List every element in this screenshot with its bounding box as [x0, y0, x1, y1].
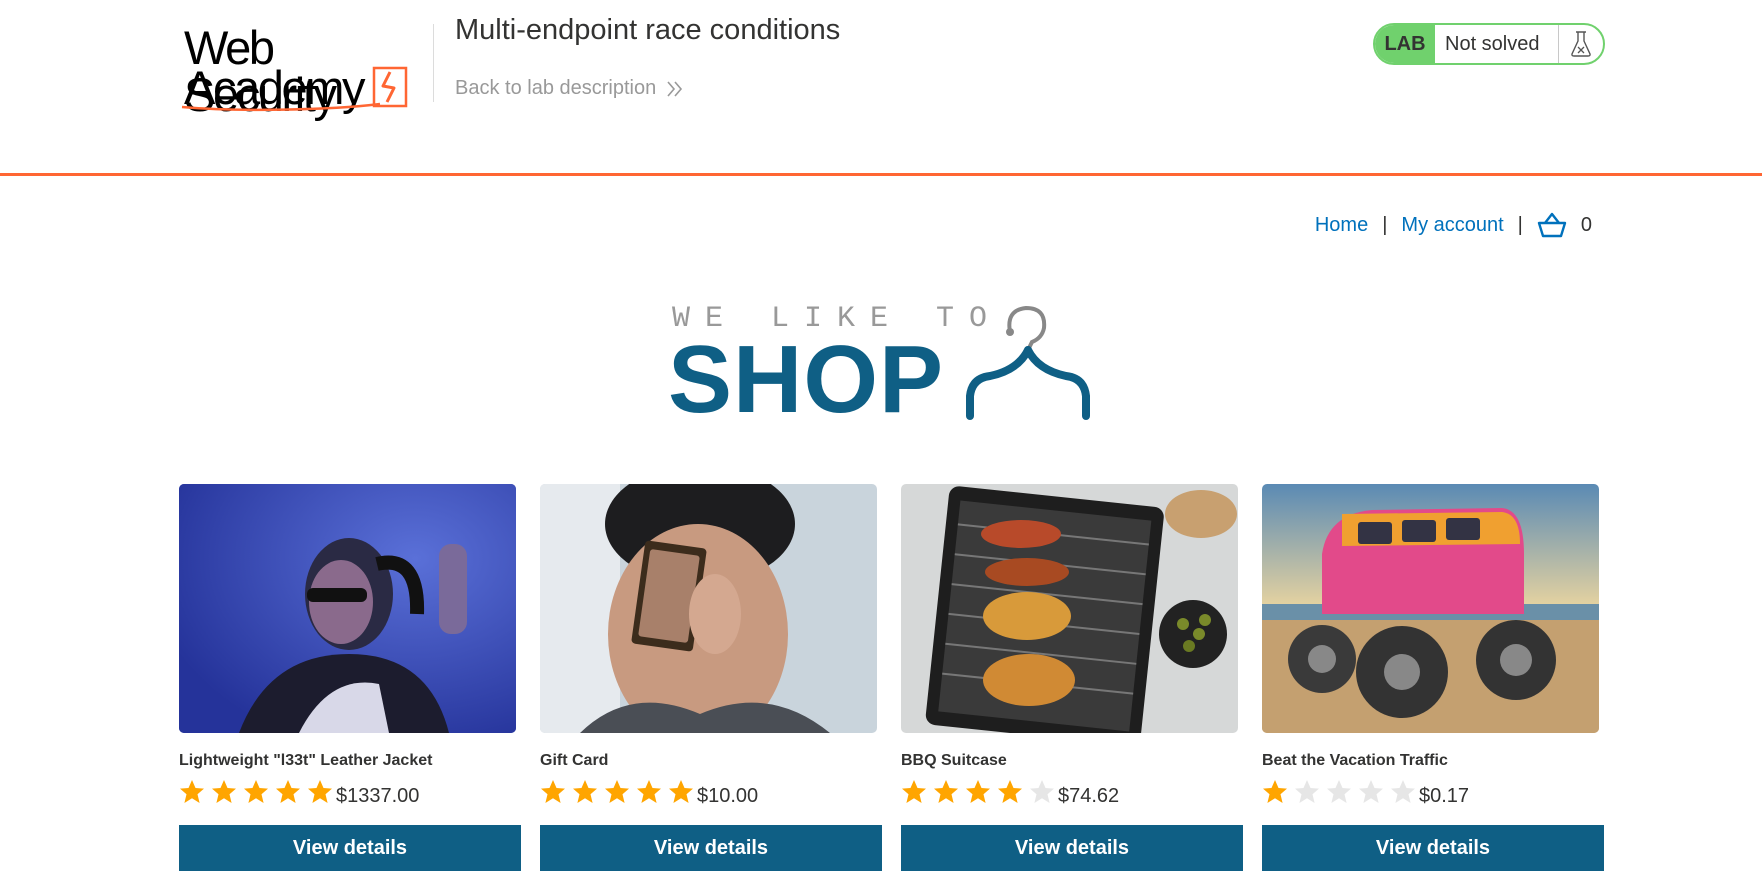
star-filled-icon [902, 780, 926, 803]
my-account-link[interactable]: My account [1401, 214, 1503, 237]
star-empty-icon [1359, 780, 1383, 803]
star-filled-icon [637, 780, 661, 803]
star-filled-icon [966, 780, 990, 803]
star-rating [540, 779, 694, 805]
star-filled-icon [573, 780, 597, 803]
nav-separator: | [1517, 213, 1523, 236]
back-to-lab-description-link[interactable]: Back to lab description [455, 77, 684, 100]
lab-status-text: Not solved [1435, 25, 1559, 63]
star-empty-icon [1295, 780, 1319, 803]
star-filled-icon [308, 780, 332, 803]
view-details-button[interactable]: View details [179, 825, 521, 871]
star-filled-icon [669, 780, 693, 803]
header-divider [433, 24, 434, 102]
cart-link[interactable]: 0 [1537, 212, 1592, 238]
view-details-button[interactable]: View details [540, 825, 882, 871]
product-name: BBQ Suitcase [901, 752, 1007, 769]
lab-title: Multi-endpoint race conditions [455, 14, 841, 46]
logo-swoosh-icon [181, 66, 408, 112]
product-image-gift-card [540, 484, 877, 733]
product-name: Beat the Vacation Traffic [1262, 752, 1448, 769]
star-filled-icon [244, 780, 268, 803]
banner-title: SHOP [668, 326, 945, 433]
double-chevron-right-icon [667, 80, 683, 97]
star-filled-icon [1263, 780, 1287, 803]
star-filled-icon [998, 780, 1022, 803]
product-name: Gift Card [540, 752, 609, 769]
star-empty-icon [1327, 780, 1351, 803]
product-name: Lightweight "l33t" Leather Jacket [179, 752, 433, 769]
star-rating [901, 779, 1055, 805]
product-price: $74.62 [1058, 785, 1120, 807]
product-price: $1337.00 [336, 785, 420, 807]
product-price: $0.17 [1419, 785, 1470, 807]
star-filled-icon [180, 780, 204, 803]
view-details-button[interactable]: View details [901, 825, 1243, 871]
flask-icon [1559, 25, 1603, 63]
we-like-to-shop-banner: WE LIKE TO SHOP [668, 300, 1118, 428]
product-image-monster-truck [1262, 484, 1599, 733]
product-price: $10.00 [697, 785, 759, 807]
star-rating [1262, 779, 1416, 805]
back-link-label: Back to lab description [455, 77, 657, 99]
home-link[interactable]: Home [1315, 214, 1368, 237]
product-image-leather-jacket [179, 484, 516, 733]
cart-count: 0 [1580, 213, 1592, 236]
star-rating [179, 779, 333, 805]
nav-separator: | [1382, 213, 1388, 236]
web-security-academy-logo[interactable]: Web Security Academy [180, 20, 432, 118]
star-filled-icon [605, 780, 629, 803]
star-filled-icon [212, 780, 236, 803]
shop-nav: Home | My account | 0 [1315, 212, 1592, 238]
lab-badge: LAB [1375, 25, 1435, 63]
view-details-button[interactable]: View details [1262, 825, 1604, 871]
star-filled-icon [934, 780, 958, 803]
star-empty-icon [1391, 780, 1415, 803]
star-filled-icon [541, 780, 565, 803]
product-image-bbq-suitcase [901, 484, 1238, 733]
star-empty-icon [1030, 780, 1054, 803]
basket-icon [1537, 212, 1567, 238]
star-filled-icon [276, 780, 300, 803]
academy-header: Web Security Academy Multi-endpoint race… [0, 0, 1762, 176]
clothes-hanger-icon [966, 305, 1090, 420]
lab-status-widget: LAB Not solved [1373, 23, 1605, 65]
